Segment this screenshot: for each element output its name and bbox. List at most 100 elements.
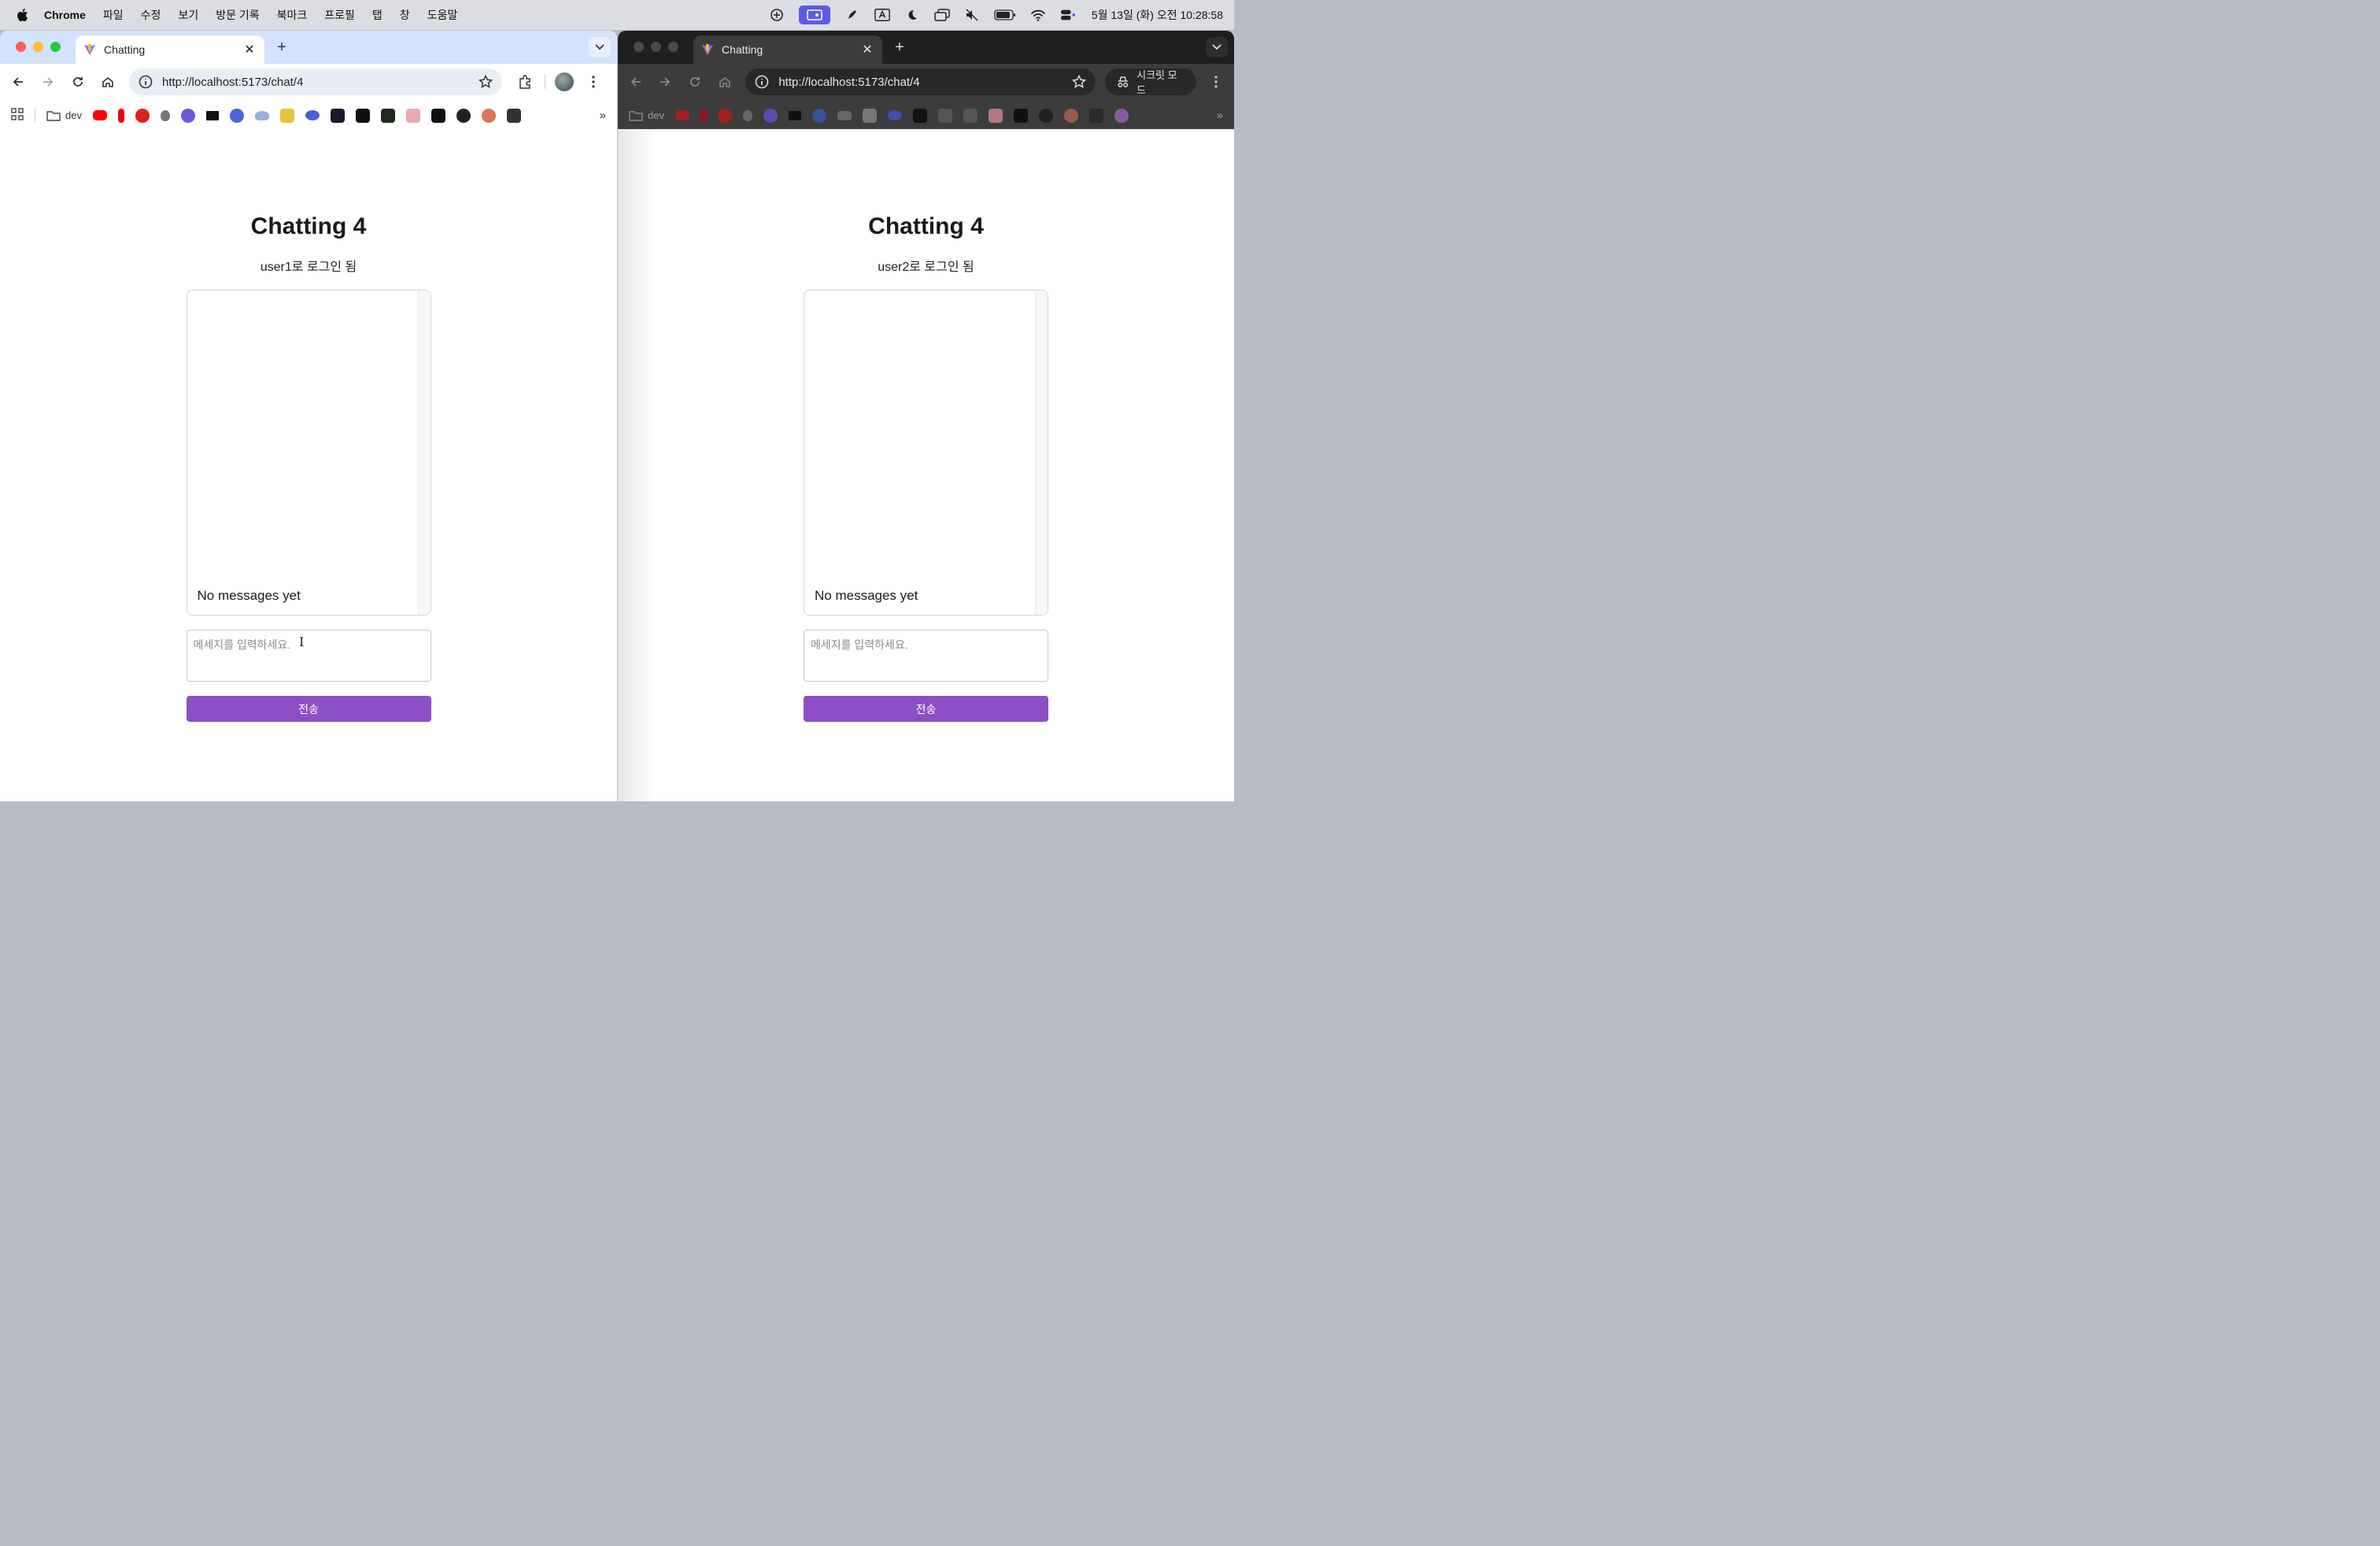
site-info-icon[interactable] (755, 75, 769, 89)
reload-icon[interactable] (68, 72, 88, 92)
menu-profile[interactable]: 프로필 (324, 7, 355, 23)
drive-bookmark-icon[interactable] (837, 110, 852, 120)
youtube-bookmark-icon[interactable] (92, 110, 107, 120)
more-menu-icon[interactable] (1206, 72, 1226, 92)
address-bar[interactable]: http://localhost:5173/chat/4 (129, 68, 502, 95)
send-button[interactable]: 전송 (804, 696, 1048, 722)
bookmark-star-icon[interactable] (1072, 75, 1087, 89)
menu-file[interactable]: 파일 (103, 7, 124, 23)
apps-grid-icon[interactable] (11, 108, 24, 123)
home-icon[interactable] (715, 72, 735, 92)
star-bookmark-icon[interactable] (431, 108, 445, 123)
pulse-bookmark-icon[interactable] (380, 108, 395, 123)
pink-bookmark-icon[interactable] (988, 108, 1003, 123)
netflix-bookmark-icon[interactable] (700, 108, 707, 123)
profile-avatar[interactable] (555, 72, 574, 91)
site-info-icon[interactable] (139, 75, 153, 89)
chatgpt-bookmark-icon[interactable] (180, 108, 195, 123)
apple-bookmark-icon[interactable] (742, 109, 752, 121)
tv-bookmark-icon[interactable] (937, 108, 952, 123)
blob-bookmark-icon[interactable] (887, 110, 902, 120)
new-tab-button[interactable]: + (892, 39, 907, 57)
menu-bookmarks[interactable]: 북마크 (277, 7, 308, 23)
bookmark-star-icon[interactable] (479, 75, 493, 89)
tab-chatting[interactable]: Chatting ✕ (76, 35, 264, 64)
tab-close-icon[interactable]: ✕ (860, 42, 874, 57)
notion-bookmark-icon[interactable] (205, 110, 219, 120)
pulse-bookmark-icon[interactable] (963, 108, 978, 123)
menu-window[interactable]: 창 (400, 7, 410, 23)
battery-icon[interactable] (994, 7, 1016, 23)
youtube-music-bookmark-icon[interactable] (135, 108, 150, 123)
claude-bookmark-icon[interactable] (1063, 108, 1078, 123)
tab-chatting[interactable]: Chatting ✕ (693, 35, 882, 64)
more-bookmarks-icon[interactable]: » (1217, 109, 1223, 122)
photos-bookmark-icon[interactable] (862, 108, 877, 123)
incognito-badge[interactable]: 시크릿 모드 (1105, 68, 1197, 96)
zoom-window-button[interactable] (668, 42, 678, 52)
photos-bookmark-icon[interactable] (279, 108, 294, 123)
new-tab-button[interactable]: + (274, 39, 290, 57)
address-bar[interactable]: http://localhost:5173/chat/4 (745, 68, 1096, 95)
apple-bookmark-icon[interactable] (160, 109, 170, 121)
forward-arrow-icon[interactable] (656, 72, 676, 92)
cloud-bookmark-icon[interactable] (254, 110, 269, 120)
control-center-icon[interactable] (1060, 7, 1076, 23)
gemini-bookmark-icon[interactable] (1114, 108, 1129, 123)
home-icon[interactable] (98, 72, 118, 92)
windows-icon[interactable] (934, 7, 950, 23)
tab-search-button[interactable] (1206, 37, 1228, 57)
chatgpt-bookmark-icon[interactable] (763, 108, 778, 123)
screen-share-icon[interactable] (798, 6, 830, 24)
tv-bookmark-icon[interactable] (355, 108, 370, 123)
youtube-music-bookmark-icon[interactable] (717, 108, 732, 123)
message-list[interactable]: No messages yet (186, 290, 431, 616)
pink-bookmark-icon[interactable] (405, 108, 420, 123)
netflix-bookmark-icon[interactable] (117, 108, 124, 123)
adobe-bookmark-icon[interactable] (330, 108, 345, 123)
bookmark-folder-dev[interactable]: dev (629, 109, 664, 121)
notion-bookmark-icon[interactable] (788, 110, 801, 120)
feather-bookmark-icon[interactable] (229, 108, 244, 123)
tab-close-icon[interactable]: ✕ (242, 42, 257, 57)
pattern-bookmark-icon[interactable] (1088, 108, 1103, 123)
menu-history[interactable]: 방문 기록 (216, 7, 259, 23)
claude-bookmark-icon[interactable] (481, 108, 496, 123)
feather-bookmark-icon[interactable] (811, 108, 826, 123)
send-button[interactable]: 전송 (186, 696, 431, 722)
mute-icon[interactable] (964, 7, 980, 23)
menu-view[interactable]: 보기 (178, 7, 198, 23)
more-bookmarks-icon[interactable]: » (600, 109, 606, 122)
url-text[interactable]: http://localhost:5173/chat/4 (778, 76, 1062, 89)
input-source-icon[interactable] (874, 7, 890, 23)
extensions-icon[interactable] (515, 72, 535, 92)
reload-icon[interactable] (685, 72, 705, 92)
message-input[interactable] (804, 630, 1048, 682)
back-arrow-icon[interactable] (8, 72, 28, 92)
pattern-bookmark-icon[interactable] (506, 108, 521, 123)
youtube-bookmark-icon[interactable] (674, 110, 689, 120)
message-list-scrollbar[interactable] (417, 290, 431, 615)
pen-icon[interactable] (844, 7, 860, 23)
menu-tab[interactable]: 탭 (372, 7, 382, 23)
message-list[interactable]: No messages yet (804, 290, 1048, 616)
minimize-window-button[interactable] (651, 42, 661, 52)
vpn-icon[interactable] (769, 7, 785, 23)
bookmark-folder-dev[interactable]: dev (46, 109, 82, 121)
menu-help[interactable]: 도움말 (427, 7, 458, 23)
close-window-button[interactable] (634, 42, 644, 52)
blob-bookmark-icon[interactable] (305, 110, 320, 120)
openai-bookmark-icon[interactable] (1038, 108, 1053, 123)
menu-edit[interactable]: 수정 (141, 7, 161, 23)
tab-search-button[interactable] (589, 37, 611, 57)
star-bookmark-icon[interactable] (1013, 108, 1028, 123)
menu-app-name[interactable]: Chrome (44, 9, 86, 21)
wifi-icon[interactable] (1030, 7, 1046, 23)
zoom-window-button[interactable] (50, 42, 61, 52)
openai-bookmark-icon[interactable] (456, 108, 471, 123)
apple-menu-icon[interactable] (0, 8, 44, 22)
minimize-window-button[interactable] (33, 42, 43, 52)
url-text[interactable]: http://localhost:5173/chat/4 (162, 76, 469, 89)
moon-icon[interactable] (904, 7, 920, 23)
forward-arrow-icon[interactable] (38, 72, 58, 92)
